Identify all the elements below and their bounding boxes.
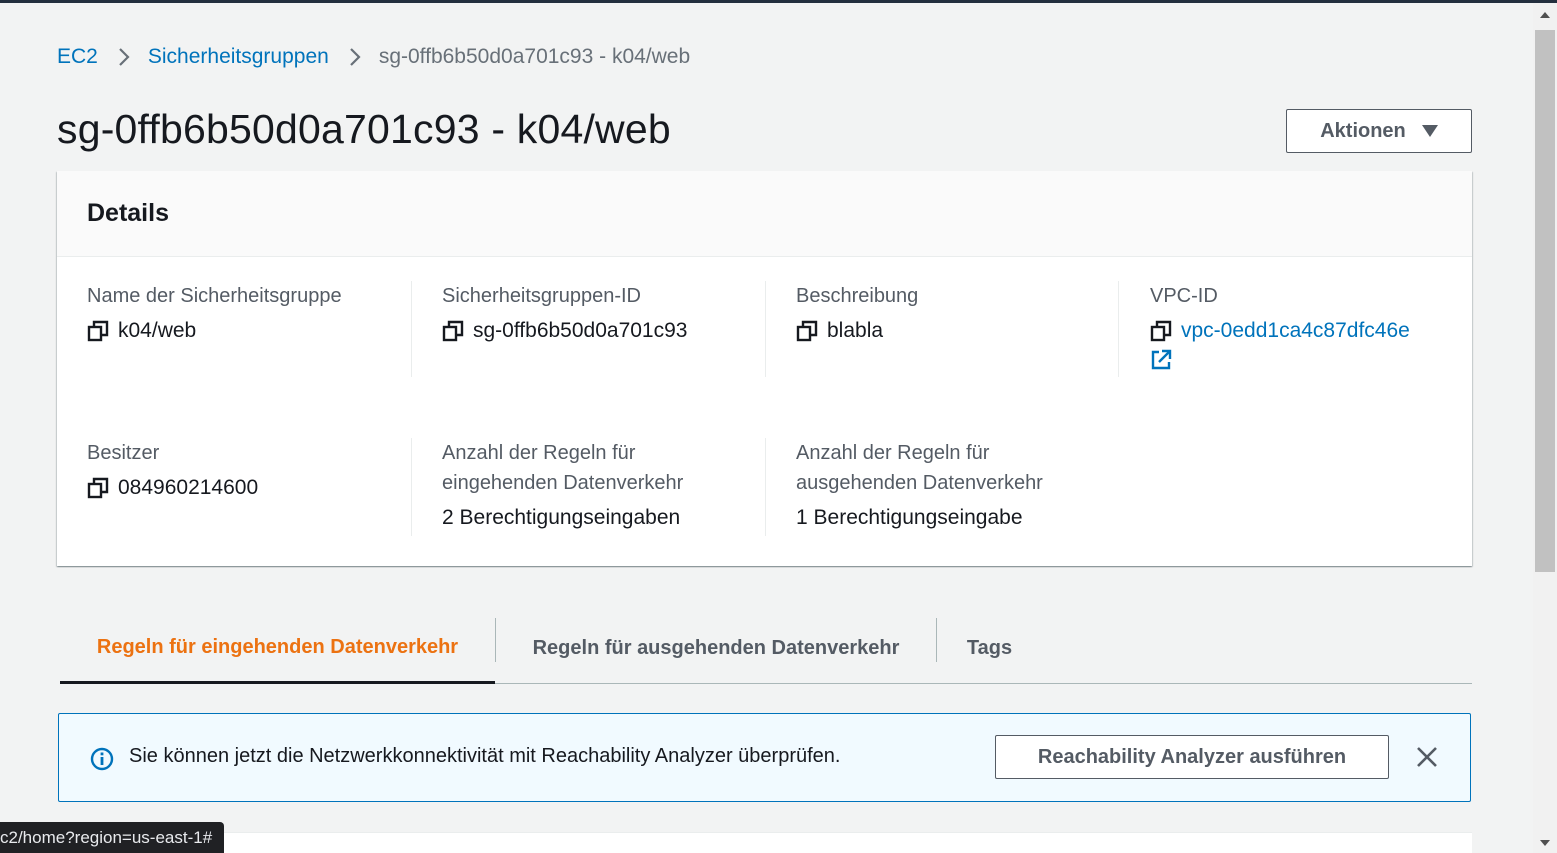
field-outbound-rule-count: Anzahl der Regeln für ausgehenden Datenv… — [796, 438, 1096, 530]
field-label: VPC-ID — [1150, 285, 1218, 307]
column-divider — [411, 281, 412, 377]
external-link-icon[interactable] — [1150, 349, 1172, 371]
run-reachability-analyzer-button[interactable]: Reachability Analyzer ausführen — [995, 735, 1389, 779]
breadcrumb-security-groups-link[interactable]: Sicherheitsgruppen — [148, 45, 329, 69]
tab-inbound-rules[interactable]: Regeln für eingehenden Datenverkehr — [60, 614, 495, 684]
actions-dropdown-button[interactable]: Aktionen — [1286, 109, 1472, 153]
tab-tags[interactable]: Tags — [937, 614, 1042, 683]
security-group-name-value: k04/web — [118, 319, 197, 342]
rules-panel — [57, 832, 1472, 853]
scrollbar-thumb[interactable] — [1535, 30, 1555, 572]
field-description: Beschreibung blabla — [796, 281, 1116, 343]
breadcrumb-current: sg-0ffb6b50d0a701c93 - k04/web — [378, 45, 691, 68]
column-divider — [1118, 281, 1119, 377]
flash-message: Sie können jetzt die Netzwerkkonnektivit… — [129, 745, 841, 767]
vpc-id-link[interactable]: vpc-0edd1ca4c87dfc46e — [1181, 319, 1410, 343]
field-value: 2 Berechtigungseingaben — [442, 506, 742, 530]
status-bar-url: c2/home?region=us-east-1# — [0, 822, 225, 853]
field-value: 084960214600 — [87, 476, 407, 500]
details-title: Details — [87, 199, 169, 227]
tab-outbound-rules[interactable]: Regeln für ausgehenden Datenverkehr — [496, 614, 936, 683]
description-value: blabla — [827, 319, 884, 342]
owner-value: 084960214600 — [118, 476, 259, 499]
copy-icon[interactable] — [87, 477, 109, 499]
column-divider — [765, 281, 766, 377]
field-label: Name der Sicherheitsgruppe — [87, 285, 342, 307]
field-label: Anzahl der Regeln für ausgehenden Datenv… — [796, 442, 1043, 494]
field-value: k04/web — [87, 319, 407, 343]
copy-icon[interactable] — [87, 320, 109, 342]
field-security-group-name: Name der Sicherheitsgruppe k04/web — [87, 281, 407, 343]
security-group-id-value: sg-0ffb6b50d0a701c93 — [473, 319, 688, 342]
caret-down-icon — [1421, 125, 1438, 137]
inbound-rule-count-value: 2 Berechtigungseingaben — [442, 506, 681, 529]
breadcrumb-ec2-link[interactable]: EC2 — [57, 45, 98, 69]
details-panel: Details Name der Sicherheitsgruppe k04/w… — [57, 171, 1472, 566]
chevron-right-icon — [118, 47, 130, 67]
info-icon — [90, 747, 114, 771]
top-border — [0, 0, 1557, 3]
field-vpc-id: VPC-ID vpc-0edd1ca4c87dfc46e — [1150, 281, 1450, 371]
info-flashbar: Sie können jetzt die Netzwerkkonnektivit… — [58, 713, 1471, 802]
copy-icon[interactable] — [442, 320, 464, 342]
field-label: Sicherheitsgruppen-ID — [442, 285, 641, 307]
breadcrumb: EC2 Sicherheitsgruppen sg-0ffb6b50d0a701… — [57, 42, 690, 72]
chevron-right-icon — [349, 47, 361, 67]
field-value: sg-0ffb6b50d0a701c93 — [442, 319, 762, 343]
field-label: Anzahl der Regeln für eingehenden Datenv… — [442, 442, 684, 494]
field-label: Beschreibung — [796, 285, 919, 307]
details-header: Details — [57, 171, 1472, 257]
field-value: 1 Berechtigungseingabe — [796, 506, 1096, 530]
scroll-up-icon[interactable] — [1540, 12, 1550, 18]
field-owner: Besitzer 084960214600 — [87, 438, 407, 500]
page-title: sg-0ffb6b50d0a701c93 - k04/web — [57, 106, 671, 152]
rules-tabs: Regeln für eingehenden Datenverkehr Rege… — [60, 614, 1472, 684]
copy-icon[interactable] — [796, 320, 818, 342]
field-value: vpc-0edd1ca4c87dfc46e — [1150, 319, 1450, 343]
field-label: Besitzer — [87, 442, 160, 464]
scroll-down-icon[interactable] — [1540, 840, 1550, 846]
close-icon[interactable] — [1415, 745, 1439, 769]
actions-label: Aktionen — [1320, 119, 1406, 142]
field-value: blabla — [796, 319, 1116, 343]
vertical-scrollbar[interactable] — [1533, 3, 1557, 853]
column-divider — [765, 438, 766, 536]
field-security-group-id: Sicherheitsgruppen-ID sg-0ffb6b50d0a701c… — [442, 281, 762, 343]
column-divider — [411, 438, 412, 536]
copy-icon[interactable] — [1150, 320, 1172, 342]
field-inbound-rule-count: Anzahl der Regeln für eingehenden Datenv… — [442, 438, 742, 530]
outbound-rule-count-value: 1 Berechtigungseingabe — [796, 506, 1023, 529]
